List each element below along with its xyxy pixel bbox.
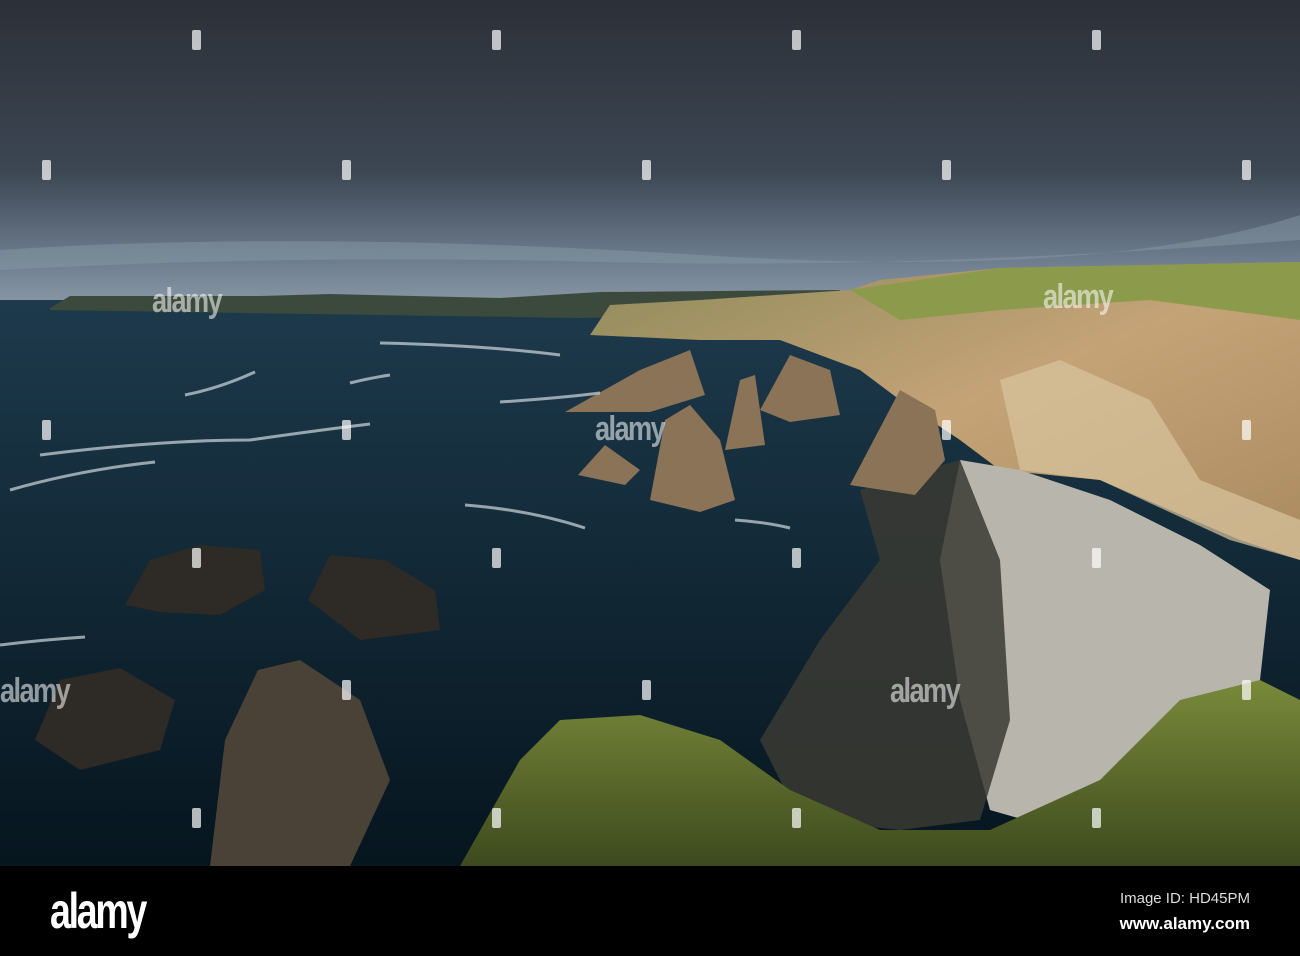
watermark-logo-icon <box>1242 160 1251 180</box>
watermark-logo-icon <box>1092 30 1101 50</box>
watermark: alamy <box>152 282 223 320</box>
watermark-logo-icon <box>342 160 351 180</box>
watermark-logo-icon <box>1242 680 1251 700</box>
image-id: Image ID: HD45PM <box>1119 890 1250 907</box>
watermark-logo-icon <box>342 420 351 440</box>
watermark-logo-icon <box>192 548 201 568</box>
watermark: alamy <box>0 672 71 710</box>
watermark-logo-icon <box>492 30 501 50</box>
website-link[interactable]: www.alamy.com <box>1120 914 1250 934</box>
watermark-logo-icon <box>792 30 801 50</box>
watermark-logo-icon <box>642 160 651 180</box>
stock-photo-page: alamy alamy alamy alamy alamy alamy Imag… <box>0 0 1300 956</box>
watermark-logo-icon <box>1242 420 1251 440</box>
footer-bar: alamy Image ID: HD45PM www.alamy.com <box>0 866 1300 956</box>
watermark-logo-icon <box>942 420 951 440</box>
watermark-logo-icon <box>492 808 501 828</box>
watermark-logo-icon <box>192 30 201 50</box>
watermark-logo-icon <box>792 808 801 828</box>
watermark-logo-icon <box>342 680 351 700</box>
watermark-logo-icon <box>42 160 51 180</box>
watermark: alamy <box>1043 278 1114 316</box>
watermark-logo-icon <box>942 160 951 180</box>
watermark-logo-icon <box>42 420 51 440</box>
watermark: alamy <box>595 410 666 448</box>
watermark-logo-icon <box>192 808 201 828</box>
watermark-logo-icon <box>1092 548 1101 568</box>
alamy-logo[interactable]: alamy <box>50 882 147 940</box>
watermark-logo-icon <box>792 548 801 568</box>
watermark-logo-icon <box>642 680 651 700</box>
watermark-logo-icon <box>492 548 501 568</box>
watermark: alamy <box>890 672 961 710</box>
watermark-logo-icon <box>1092 808 1101 828</box>
